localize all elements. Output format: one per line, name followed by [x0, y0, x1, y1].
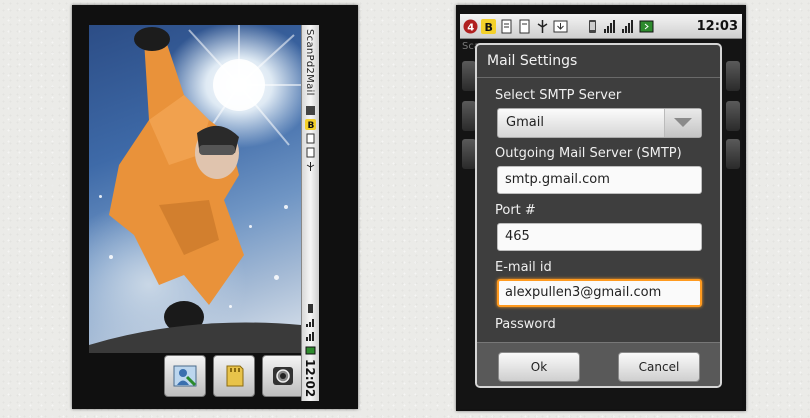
background-button: [462, 101, 476, 131]
gallery-person-icon: [173, 365, 197, 387]
camera-preview[interactable]: [89, 25, 301, 353]
document-icon: [306, 133, 315, 144]
dialog-title: Mail Settings: [487, 53, 578, 69]
clock: 12:03: [696, 18, 738, 34]
status-bar-vertical: ScanPd2Mail B 12:02: [301, 25, 319, 401]
cancel-button[interactable]: Cancel: [618, 352, 700, 382]
svg-text:4: 4: [467, 22, 474, 33]
signal-icon: [306, 332, 314, 341]
document-icon: [306, 147, 315, 158]
notification-count-icon: 4: [463, 19, 478, 34]
svg-text:B: B: [485, 21, 493, 34]
left-phone: ScanPd2Mail B 12:02: [72, 5, 358, 409]
usb-icon: [306, 162, 315, 171]
signal-icon: [306, 319, 314, 327]
shutter-button[interactable]: [262, 355, 304, 397]
smtp-server-value: Gmail: [506, 115, 544, 130]
preview-scene: [89, 25, 301, 353]
dropdown-arrow-icon: [664, 109, 701, 137]
wifi-signal-icon: [603, 19, 618, 34]
mail-settings-dialog: Mail Settings Select SMTP Server Gmail O…: [475, 43, 722, 388]
background-button: [726, 101, 740, 131]
document-icon: [499, 19, 514, 34]
camera-shutter-icon: [273, 367, 293, 385]
email-input[interactable]: alexpullen3@gmail.com: [497, 279, 702, 307]
status-bar: 4 B 12:03: [460, 14, 742, 39]
password-label: Password: [495, 317, 556, 332]
badge-icon: B: [305, 119, 316, 130]
port-input[interactable]: 465: [497, 223, 702, 251]
background-button: [462, 139, 476, 169]
outgoing-server-label: Outgoing Mail Server (SMTP): [495, 146, 682, 161]
usb-icon: [535, 19, 550, 34]
svg-text:B: B: [308, 121, 315, 130]
vibrate-icon: [585, 19, 600, 34]
gallery-button[interactable]: [164, 355, 206, 397]
document-icon: [517, 19, 532, 34]
ok-button[interactable]: Ok: [498, 352, 580, 382]
smtp-server-label: Select SMTP Server: [495, 88, 622, 103]
outgoing-server-input[interactable]: smtp.gmail.com: [497, 166, 702, 194]
app-title: ScanPd2Mail: [304, 29, 315, 96]
email-label: E-mail id: [495, 260, 552, 275]
clock: 12:02: [303, 358, 317, 397]
badge-icon: B: [481, 18, 496, 34]
background-button: [462, 61, 476, 91]
download-icon: [553, 19, 568, 34]
notification-icon: [306, 106, 315, 115]
camera-controls: [164, 355, 304, 401]
smtp-server-select[interactable]: Gmail: [497, 108, 702, 138]
port-label: Port #: [495, 203, 536, 218]
vibrate-icon: [308, 304, 313, 313]
battery-icon: [639, 19, 654, 34]
battery-icon: [305, 346, 316, 355]
title-divider: [477, 77, 720, 78]
sd-card-button[interactable]: [213, 355, 255, 397]
background-button: [726, 61, 740, 91]
sd-card-icon: [226, 365, 244, 387]
dialog-button-bar: Ok Cancel: [477, 342, 720, 386]
cell-signal-icon: [621, 19, 636, 34]
background-button: [726, 139, 740, 169]
